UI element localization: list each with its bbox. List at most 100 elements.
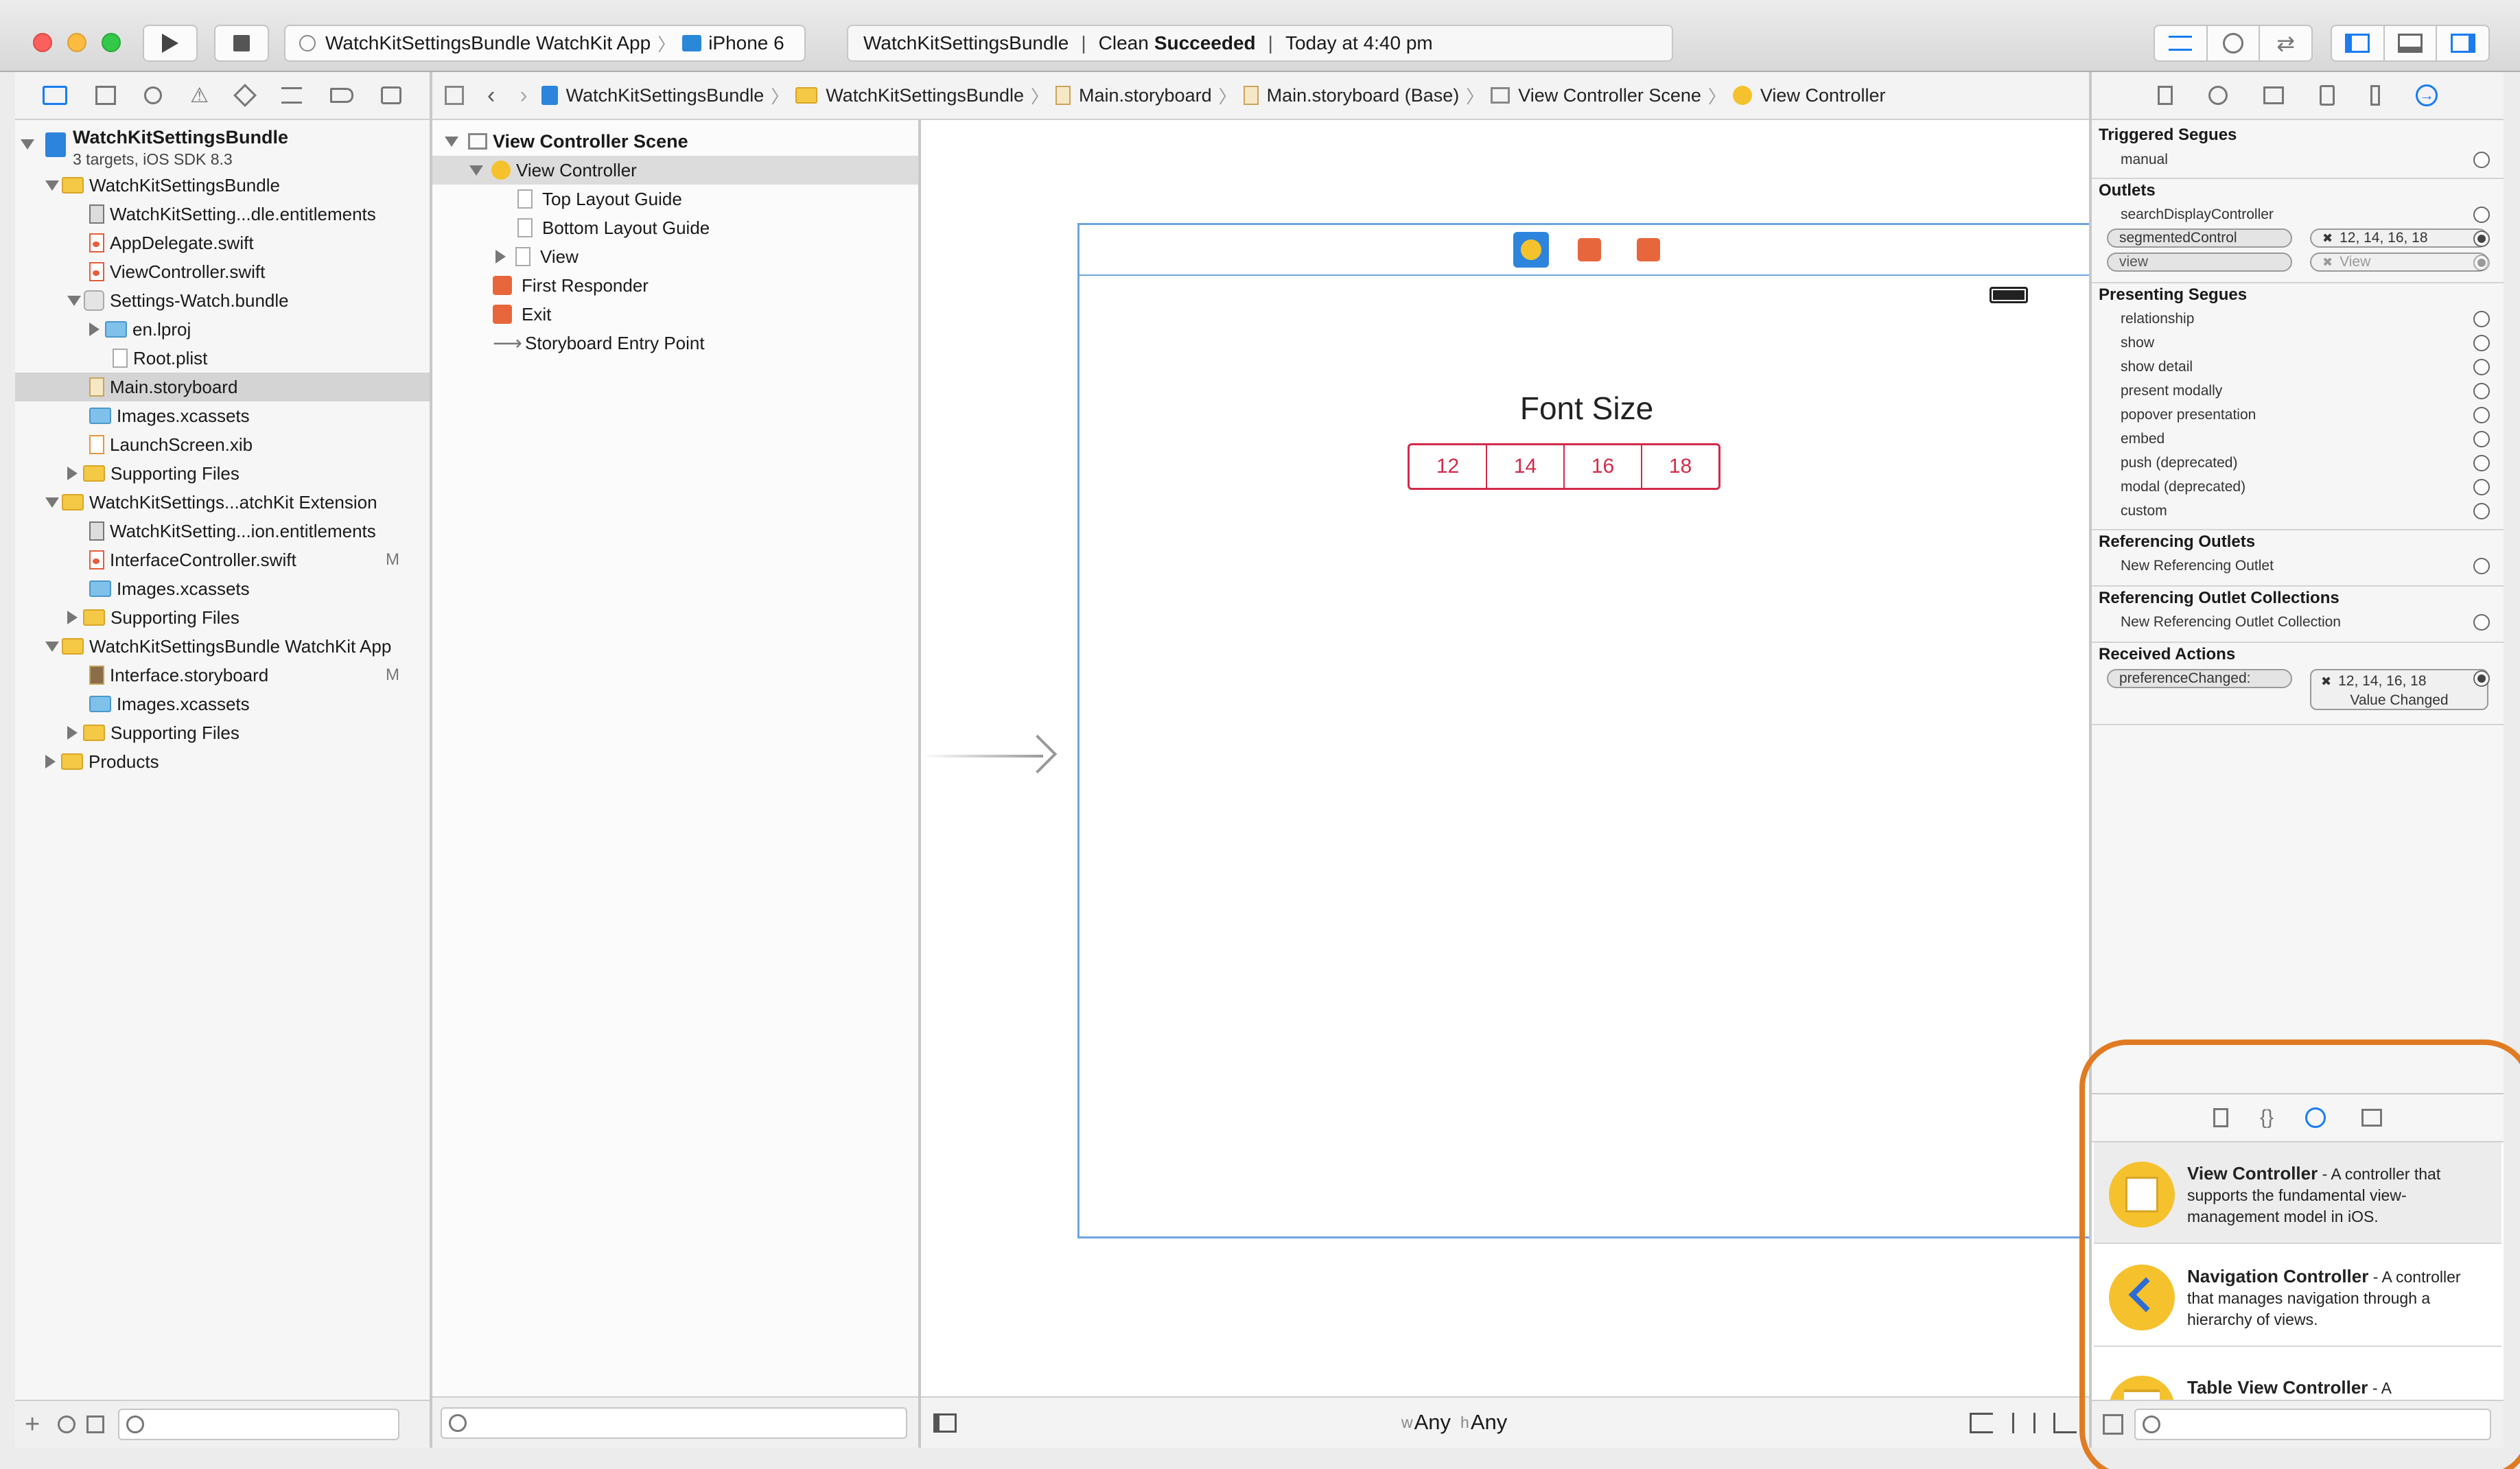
add-icon[interactable]: + <box>25 1410 40 1439</box>
tree-item[interactable]: InterfaceController.swift M <box>15 545 430 574</box>
back-button[interactable]: ‹ <box>487 82 495 109</box>
tree-item[interactable]: WatchKitSettingsBundle WatchKit App <box>15 632 430 661</box>
breadcrumb-item[interactable]: Main.storyboard (Base) <box>1267 85 1460 106</box>
identity-inspector-icon[interactable] <box>2263 86 2284 104</box>
segment-14[interactable]: 14 <box>1487 445 1565 488</box>
view-controller-dock-icon[interactable] <box>1513 232 1549 268</box>
test-navigator-icon[interactable] <box>233 84 257 107</box>
connection-circle[interactable] <box>2473 310 2490 327</box>
tree-item[interactable]: Images.xcassets <box>15 401 430 430</box>
related-items-icon[interactable] <box>445 86 464 105</box>
connection-circle[interactable] <box>2473 502 2490 519</box>
utilities-toggle-icon[interactable] <box>2437 26 2488 60</box>
version-editor-icon[interactable]: ⇄ <box>2260 26 2311 60</box>
pin-icon[interactable] <box>2012 1413 2035 1433</box>
tree-item[interactable]: LaunchScreen.xib <box>15 430 430 459</box>
project-root-row[interactable]: WatchKitSettingsBundle 3 targets, iOS SD… <box>15 123 430 171</box>
connection-circle[interactable] <box>2473 151 2490 168</box>
connection-circle[interactable] <box>2473 254 2490 271</box>
breadcrumb-item[interactable]: WatchKitSettingsBundle <box>566 85 765 106</box>
exit-dock-icon[interactable] <box>1637 238 1660 261</box>
forward-button[interactable]: › <box>520 82 527 109</box>
segment-12[interactable]: 12 <box>1410 445 1487 488</box>
action-target-box[interactable]: ✖ 12, 14, 16, 18 Value Changed <box>2310 669 2488 710</box>
breakpoint-navigator-icon[interactable] <box>329 88 353 103</box>
debug-navigator-icon[interactable] <box>281 87 302 104</box>
connection-circle[interactable] <box>2473 613 2490 631</box>
connection-circle[interactable] <box>2473 430 2490 447</box>
tree-item-selected[interactable]: Main.storyboard <box>15 373 430 401</box>
scheme-selector[interactable]: WatchKitSettingsBundle WatchKit App 〉 iP… <box>284 25 806 62</box>
tree-item[interactable]: Supporting Files <box>15 459 430 488</box>
tree-item[interactable]: Images.xcassets <box>15 574 430 603</box>
disconnect-icon[interactable]: ✖ <box>2322 231 2333 246</box>
outlet-target-pill[interactable]: ✖ 12, 14, 16, 18 <box>2310 228 2488 248</box>
outline-item[interactable]: Bottom Layout Guide <box>432 213 918 242</box>
standard-editor-icon[interactable] <box>2155 26 2208 60</box>
storyboard-canvas[interactable]: Font Size 12 14 16 18 <box>921 120 2096 1396</box>
resolve-issues-icon[interactable] <box>2053 1413 2077 1433</box>
log-navigator-icon[interactable] <box>381 86 402 104</box>
outline-toggle-icon[interactable] <box>933 1413 957 1433</box>
run-button[interactable] <box>143 25 198 62</box>
symbol-navigator-icon[interactable] <box>95 86 117 105</box>
tree-item[interactable]: WatchKitSettingsBundle <box>15 171 430 200</box>
assistant-editor-icon[interactable] <box>2208 26 2261 60</box>
disconnect-icon[interactable]: ✖ <box>2322 255 2333 270</box>
source-control-filter-icon[interactable] <box>86 1415 105 1433</box>
outline-scene[interactable]: View Controller Scene <box>432 127 918 156</box>
segment-18[interactable]: 18 <box>1642 445 1718 488</box>
size-class-selector[interactable]: w Any h Any <box>1401 1410 1507 1435</box>
outline-item-selected[interactable]: View Controller <box>432 156 918 185</box>
tree-item[interactable]: en.lproj <box>15 315 430 344</box>
connection-circle[interactable] <box>2473 454 2490 471</box>
connection-circle[interactable] <box>2473 406 2490 423</box>
tree-item[interactable]: Supporting Files <box>15 603 430 632</box>
connection-circle[interactable] <box>2473 557 2490 574</box>
connections-inspector-icon[interactable]: → <box>2416 84 2438 106</box>
size-inspector-icon[interactable] <box>2370 85 2380 106</box>
tree-item[interactable]: WatchKitSettings...atchKit Extension <box>15 488 430 517</box>
attributes-inspector-icon[interactable] <box>2320 85 2335 106</box>
navigator-toggle-icon[interactable] <box>2332 26 2385 60</box>
zoom-window-button[interactable] <box>102 33 121 52</box>
connection-circle[interactable] <box>2473 230 2490 247</box>
folder-navigator-icon[interactable] <box>43 86 68 105</box>
tree-item[interactable]: Root.plist <box>15 344 430 373</box>
recent-files-icon[interactable] <box>58 1415 76 1433</box>
issue-navigator-icon[interactable]: ⚠ <box>190 84 209 108</box>
breadcrumb-item[interactable]: WatchKitSettingsBundle <box>826 85 1024 106</box>
connection-circle[interactable] <box>2473 206 2490 223</box>
quick-help-icon[interactable] <box>2208 86 2228 105</box>
tree-item[interactable]: AppDelegate.swift <box>15 228 430 257</box>
breadcrumb-item[interactable]: View Controller Scene <box>1518 85 1701 106</box>
align-icon[interactable] <box>1970 1413 1993 1433</box>
search-navigator-icon[interactable] <box>144 86 163 104</box>
outline-filter-input[interactable] <box>441 1407 907 1439</box>
file-inspector-icon[interactable] <box>2158 86 2173 105</box>
view-controller-frame[interactable]: Font Size 12 14 16 18 <box>1077 223 2096 1238</box>
connection-circle[interactable] <box>2473 358 2490 375</box>
outline-item[interactable]: First Responder <box>432 271 918 300</box>
stop-button[interactable] <box>214 25 269 62</box>
tree-item[interactable]: ViewController.swift <box>15 257 430 286</box>
outlet-target-pill[interactable]: ✖ View <box>2310 252 2488 272</box>
breadcrumb-item[interactable]: Main.storyboard <box>1079 85 1212 106</box>
breadcrumb-item[interactable]: View Controller <box>1760 85 1886 106</box>
tree-item[interactable]: Settings-Watch.bundle <box>15 286 430 315</box>
outline-item[interactable]: View <box>432 242 918 271</box>
outline-item[interactable]: Top Layout Guide <box>432 185 918 213</box>
connection-circle[interactable] <box>2473 334 2490 351</box>
tree-item[interactable]: Interface.storyboard M <box>15 661 430 690</box>
disconnect-icon[interactable]: ✖ <box>2321 674 2331 688</box>
connection-circle[interactable] <box>2473 478 2490 495</box>
tree-item[interactable]: Supporting Files <box>15 718 430 747</box>
outline-item[interactable]: Exit <box>432 300 918 329</box>
font-size-segmented-control[interactable]: 12 14 16 18 <box>1408 443 1720 490</box>
view-toggle-control[interactable] <box>2331 25 2490 62</box>
close-window-button[interactable] <box>33 33 52 52</box>
connection-circle[interactable] <box>2473 382 2490 399</box>
tree-item[interactable]: WatchKitSetting...dle.entitlements <box>15 200 430 228</box>
tree-item[interactable]: Images.xcassets <box>15 690 430 718</box>
editor-mode-control[interactable]: ⇄ <box>2154 25 2313 62</box>
